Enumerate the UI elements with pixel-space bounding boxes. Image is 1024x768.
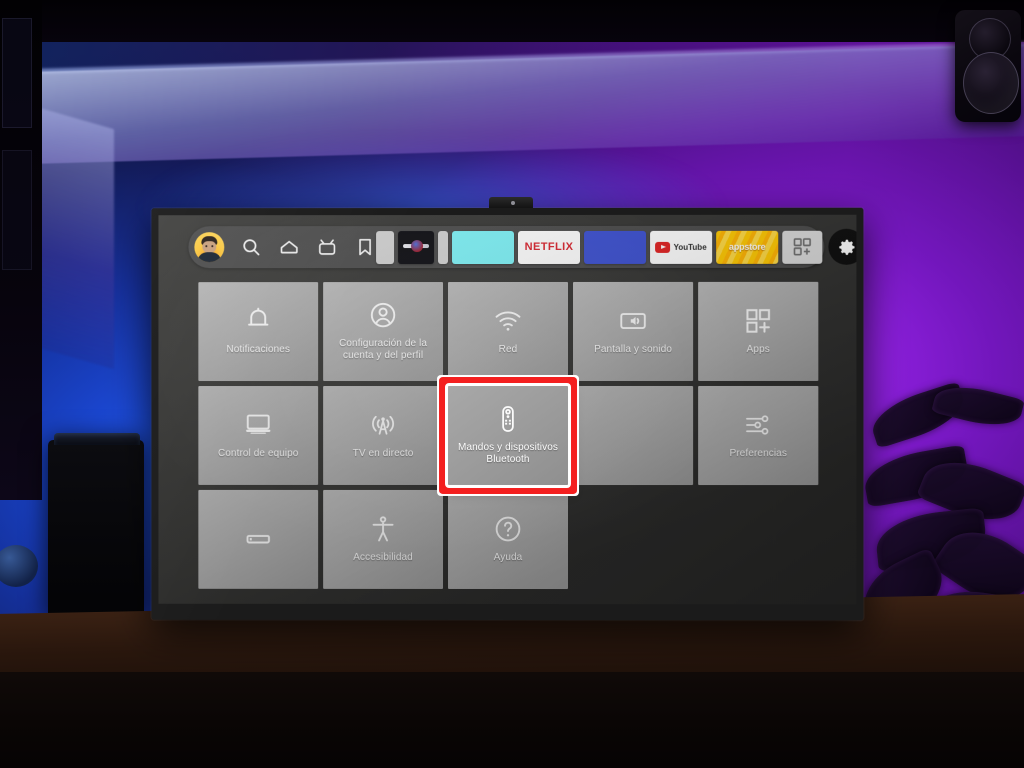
tile-label: Red (498, 343, 518, 355)
wall-speaker (955, 10, 1021, 122)
wifi-icon (493, 305, 523, 335)
tile-apps[interactable]: Apps (698, 281, 819, 381)
tile-empty-1 (573, 490, 693, 589)
netflix-label: NETFLIX (524, 240, 574, 253)
tile-configuracion-cuenta-perfil[interactable]: Configuración de la cuenta y del perfil (323, 282, 444, 382)
bookmark-icon[interactable] (354, 236, 376, 258)
app-tile-cyan[interactable] (452, 230, 514, 264)
tile-label: Mandos y dispositivos Bluetooth (458, 441, 558, 465)
tile-preferencias[interactable]: Preferencias (698, 385, 819, 486)
television: NETFLIX YouTube appstore Notificaciones … (151, 196, 864, 621)
tv-console-body (0, 672, 1024, 768)
question-circle-icon (493, 513, 523, 543)
tile-accesibilidad[interactable]: Accesibilidad (323, 489, 444, 589)
tile-unlabeled[interactable] (198, 489, 319, 589)
profile-avatar[interactable] (194, 232, 225, 263)
sliders-icon (743, 409, 773, 439)
tile-notificaciones[interactable]: Notificaciones (198, 282, 319, 382)
tile-label: Apps (746, 343, 770, 355)
tile-ayuda[interactable]: Ayuda (448, 489, 569, 590)
youtube-play-icon (655, 241, 671, 253)
app-tile-movistar[interactable] (398, 230, 435, 264)
app-tile-partial-2[interactable] (438, 230, 449, 264)
tile-label: Configuración de la cuenta y del perfil (339, 337, 428, 361)
tv-device-icon (243, 410, 273, 440)
tile-blank-slot[interactable] (573, 385, 694, 486)
person-circle-icon (368, 300, 398, 330)
live-tv-icon[interactable] (316, 236, 338, 258)
appstore-label: appstore (728, 241, 766, 252)
app-tile-partial[interactable] (376, 230, 395, 264)
app-tile-netflix[interactable]: NETFLIX (518, 230, 581, 264)
app-tile-appstore[interactable]: appstore (716, 230, 779, 264)
launcher-top-bar: NETFLIX YouTube appstore (188, 225, 857, 269)
tile-label: Notificaciones (226, 343, 291, 355)
tile-label: Pantalla y sonido (594, 343, 673, 355)
room-photo-scene: NETFLIX YouTube appstore Notificaciones … (0, 0, 1024, 768)
settings-gear-button[interactable] (828, 228, 857, 265)
tile-red[interactable]: Red (448, 281, 569, 382)
avatar-eye-right (211, 245, 214, 248)
search-icon[interactable] (240, 236, 262, 258)
app-shortcut-strip: NETFLIX YouTube appstore (376, 230, 823, 264)
app-tile-all-apps[interactable] (782, 230, 823, 264)
game-console (48, 433, 144, 622)
tile-mandos-y-dispositivos-bluetooth[interactable]: Mandos y dispositivos Bluetooth (445, 382, 572, 489)
door-panel-lower (2, 150, 32, 270)
dark-doorway (0, 0, 42, 500)
tile-label: Preferencias (729, 447, 787, 459)
youtube-label: YouTube (673, 242, 707, 252)
tile-control-de-equipo[interactable]: Control de equipo (198, 386, 319, 485)
tile-label: Control de equipo (217, 447, 299, 459)
tile-label: TV en directo (352, 447, 414, 459)
door-panel-upper (2, 18, 32, 128)
antenna-icon (368, 410, 398, 440)
ceiling-soffit-left-return (36, 106, 114, 370)
display-sound-icon (618, 305, 648, 335)
tile-pantalla-y-sonido[interactable]: Pantalla y sonido (573, 281, 694, 381)
speaker-woofer (963, 52, 1019, 114)
app-tile-blue[interactable] (584, 230, 647, 264)
battery-bar-icon (243, 523, 273, 553)
apps-grid-plus-icon (743, 305, 773, 335)
tile-empty-2 (698, 490, 818, 589)
tv-screen: NETFLIX YouTube appstore Notificaciones … (158, 214, 857, 605)
avatar-eye-left (205, 245, 208, 248)
tile-label: Ayuda (493, 551, 523, 563)
settings-grid: Notificaciones Configuración de la cuent… (198, 281, 820, 590)
bell-icon (243, 306, 273, 336)
tile-tv-en-directo[interactable]: TV en directo (323, 386, 444, 485)
accessibility-icon (368, 513, 398, 543)
home-icon[interactable] (278, 236, 300, 258)
remote-control-icon (493, 403, 523, 433)
avatar-body (197, 252, 222, 263)
app-tile-youtube[interactable]: YouTube (650, 230, 713, 264)
tile-label: Accesibilidad (353, 551, 413, 563)
